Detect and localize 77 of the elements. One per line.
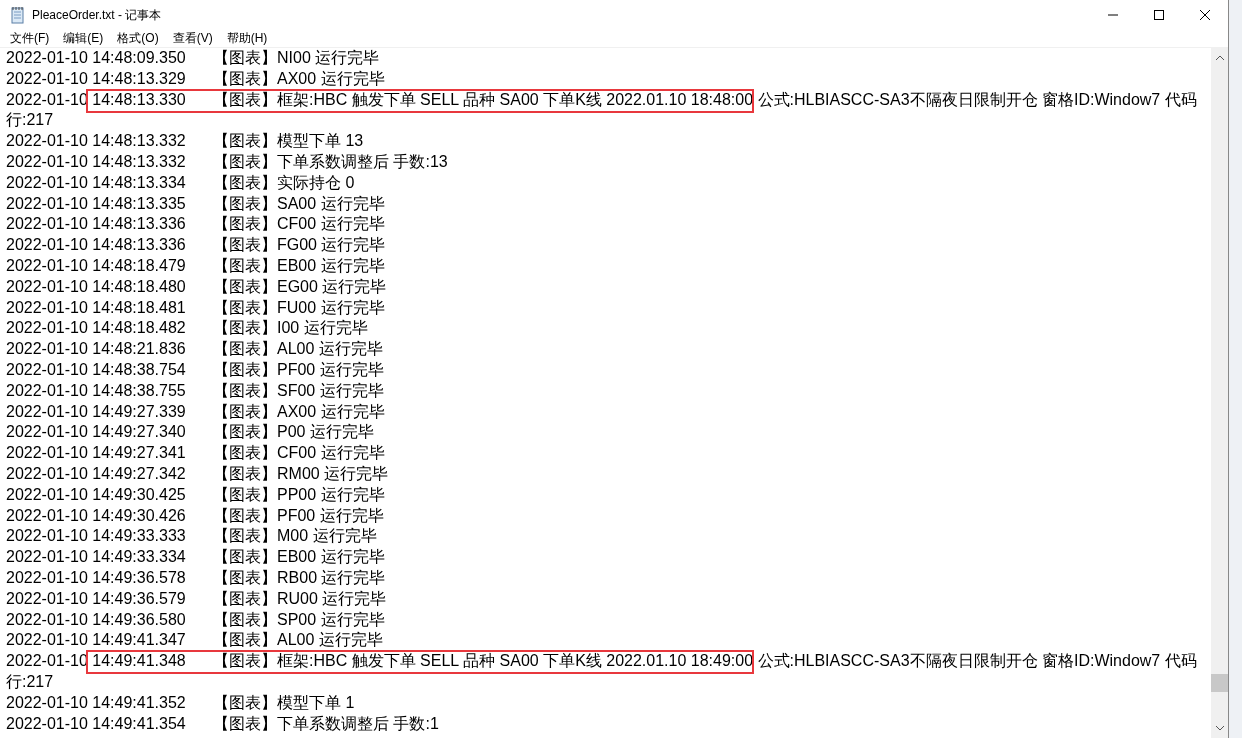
- log-timestamp: 2022-01-10 14:48:13.332: [6, 152, 187, 172]
- log-message: 【图表】P00 运行完毕: [213, 423, 374, 441]
- menu-item[interactable]: 查看(V): [165, 30, 220, 47]
- log-timestamp: 2022-01-10 14:48:18.479: [6, 255, 187, 276]
- log-timestamp: 2022-01-10 14:49:41.348: [6, 651, 187, 672]
- scroll-down-icon[interactable]: [1214, 724, 1225, 732]
- log-timestamp: 2022-01-10 14:48:13.329: [6, 68, 187, 89]
- log-timestamp: 2022-01-10 14:49:41.354: [6, 713, 187, 734]
- log-message: 【图表】框架:HBC 触发下单 SELL 品种 SA00 下单K线 2022.01.10 18:49:00 公式:HLBIASCC-SA3不隔夜日限制开仓 窗格ID:Window7 代码: [213, 652, 1197, 670]
- menu-item[interactable]: 文件(F): [3, 30, 57, 47]
- window-title: PleaceOrder.txt - 记事本: [32, 6, 162, 24]
- log-message: 【图表】CF00 运行完毕: [213, 215, 385, 233]
- log-message: 行:217: [6, 672, 54, 690]
- log-message: 【图表】AX00 运行完毕: [213, 402, 385, 420]
- log-timestamp: 2022-01-10 14:49:36.580: [6, 609, 187, 630]
- log-timestamp: 2022-01-10 14:48:09.350: [6, 48, 187, 68]
- log-message: 【图表】PP00 运行完毕: [213, 485, 385, 503]
- log-timestamp: 2022-01-10 14:48:38.754: [6, 359, 187, 380]
- maximize-icon[interactable]: [1153, 9, 1165, 21]
- log-timestamp: 2022-01-10 14:48:13.336: [6, 214, 187, 235]
- scroll-up-icon[interactable]: [1214, 54, 1225, 62]
- log-message: 【图表】EB00 运行完毕: [213, 548, 385, 566]
- log-message: 【图表】框架:HBC 触发下单 SELL 品种 SA00 下单K线 2022.01.10 18:48:00 公式:HLBIASCC-SA3不隔夜日限制开仓 窗格ID:Window7 代码: [213, 90, 1197, 108]
- log-timestamp: 2022-01-10 14:49:41.347: [6, 630, 187, 651]
- menu-item[interactable]: 格式(O): [110, 30, 166, 47]
- log-message: 【图表】AL00 运行完毕: [213, 340, 383, 358]
- scroll-thumb[interactable]: [1211, 674, 1228, 692]
- menu-item[interactable]: 编辑(E): [56, 30, 111, 47]
- log-message: 【图表】模型下单 13: [213, 132, 364, 150]
- log-timestamp: 2022-01-10 14:49:27.342: [6, 463, 187, 484]
- log-message: 【图表】下单系数调整后 手数:1: [213, 714, 439, 732]
- log-message: 【图表】模型下单 1: [213, 693, 355, 711]
- log-message: 【图表】PF00 运行完毕: [213, 506, 384, 524]
- log-timestamp: 2022-01-10 14:48:13.336: [6, 235, 187, 256]
- log-timestamp: 2022-01-10 14:48:13.332: [6, 131, 187, 152]
- log-timestamp: 2022-01-10 14:49:36.578: [6, 567, 187, 588]
- log-message: 【图表】EG00 运行完毕: [213, 277, 387, 295]
- log-message: 【图表】PF00 运行完毕: [213, 360, 384, 378]
- log-timestamp: 2022-01-10 14:48:18.481: [6, 297, 187, 318]
- log-timestamp: 2022-01-10 14:48:13.330: [6, 89, 187, 110]
- log-timestamp: 2022-01-10 14:49:33.334: [6, 547, 187, 568]
- log-message: 【图表】M00 运行完毕: [213, 527, 377, 545]
- log-message: 【图表】SA00 运行完毕: [213, 194, 385, 212]
- log-message: 【图表】RU00 运行完毕: [213, 589, 387, 607]
- log-message: 【图表】SP00 运行完毕: [213, 610, 385, 628]
- log-timestamp: 2022-01-10 14:49:41.352: [6, 692, 187, 713]
- notepad-icon: [10, 6, 26, 24]
- log-message: 【图表】RB00 运行完毕: [213, 568, 386, 586]
- log-timestamp: 2022-01-10 14:49:27.340: [6, 422, 187, 443]
- log-message: 【图表】实际持仓 0: [213, 173, 355, 191]
- log-message: 【图表】SF00 运行完毕: [213, 381, 384, 399]
- log-timestamp: 2022-01-10 14:48:13.334: [6, 172, 187, 193]
- log-timestamp: 2022-01-10 14:48:13.335: [6, 193, 187, 214]
- log-message: 【图表】FU00 运行完毕: [213, 298, 385, 316]
- log-timestamp: 2022-01-10 14:49:30.425: [6, 484, 187, 505]
- log-message: 【图表】FG00 运行完毕: [213, 236, 386, 254]
- log-message: 行:217: [6, 111, 54, 129]
- log-timestamp: 2022-01-10 14:49:27.341: [6, 443, 187, 464]
- log-message: 【图表】AL00 运行完毕: [213, 631, 383, 649]
- log-message: 【图表】NI00 运行完毕: [213, 49, 380, 66]
- scrollbar[interactable]: [1211, 48, 1228, 738]
- log-message: 【图表】下单系数调整后 手数:13: [213, 153, 448, 170]
- log-timestamp: 2022-01-10 14:49:36.579: [6, 588, 187, 609]
- log-timestamp: 2022-01-10 14:49:33.333: [6, 526, 187, 547]
- log-timestamp: 2022-01-10 14:48:21.836: [6, 339, 187, 360]
- log-message: 【图表】I00 运行完毕: [213, 319, 368, 337]
- close-icon[interactable]: [1199, 9, 1211, 21]
- log-timestamp: 2022-01-10 14:49:30.426: [6, 505, 187, 526]
- log-message: 【图表】AX00 运行完毕: [213, 69, 385, 87]
- log-timestamp: 2022-01-10 14:48:18.482: [6, 318, 187, 339]
- log-message: 【图表】RM00 运行完毕: [213, 464, 389, 482]
- menu-item[interactable]: 帮助(H): [219, 30, 275, 47]
- log-timestamp: 2022-01-10 14:48:18.480: [6, 276, 187, 297]
- log-message: 【图表】CF00 运行完毕: [213, 444, 385, 462]
- log-timestamp: 2022-01-10 14:49:27.339: [6, 401, 187, 422]
- log-message: 【图表】EB00 运行完毕: [213, 256, 385, 274]
- log-timestamp: 2022-01-10 14:48:38.755: [6, 380, 187, 401]
